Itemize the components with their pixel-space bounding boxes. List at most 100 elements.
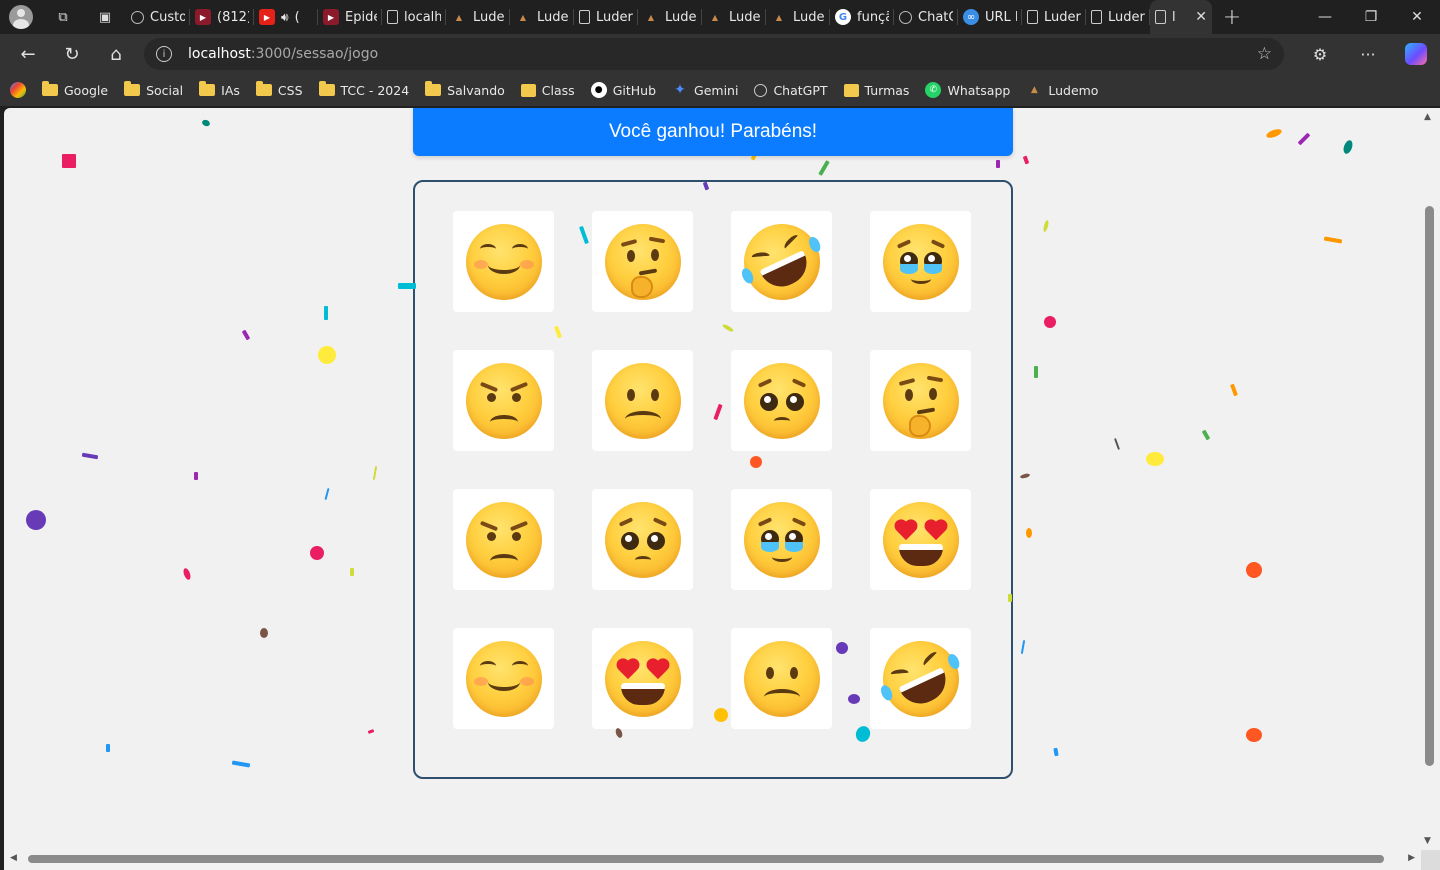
browser-tab[interactable]: Luder <box>1022 0 1086 34</box>
vertical-scroll-thumb[interactable] <box>1425 206 1434 766</box>
memory-card[interactable] <box>453 211 554 312</box>
home-icon[interactable]: ⌂ <box>94 34 138 74</box>
memory-card[interactable] <box>870 350 971 451</box>
memory-card[interactable] <box>592 489 693 590</box>
memory-card[interactable] <box>453 350 554 451</box>
chatgpt-icon <box>899 10 912 24</box>
ludemo-icon: ▲ <box>775 12 783 22</box>
browser-tab[interactable]: ▲ Luder <box>446 0 510 34</box>
bookmark-label: CSS <box>277 82 303 98</box>
browser-tab[interactable]: Luder <box>574 0 638 34</box>
address-bar[interactable]: i localhost:3000/sessao/jogo ☆ <box>144 38 1284 70</box>
favorite-star-icon[interactable]: ☆ <box>1257 44 1272 64</box>
confetti-piece <box>1022 155 1030 165</box>
new-tab-button[interactable]: + <box>1212 0 1252 34</box>
browser-tab[interactable]: Gfunçã <box>830 0 894 34</box>
browser-tab[interactable]: ▲ Luder <box>766 0 830 34</box>
page-icon <box>1027 10 1038 24</box>
minimize-icon[interactable]: — <box>1302 0 1348 34</box>
close-window-icon[interactable]: ✕ <box>1394 0 1440 34</box>
bookmark-label: Turmas <box>864 82 910 98</box>
bookmark-item[interactable]: ▲ Ludemo <box>1026 82 1099 98</box>
memory-card[interactable] <box>453 628 554 729</box>
tab-title: URL E <box>985 9 1017 25</box>
memory-card[interactable] <box>870 211 971 312</box>
browser-tab[interactable]: ▲ Luder <box>702 0 766 34</box>
confetti-piece <box>372 465 378 481</box>
page-icon <box>387 10 398 24</box>
tab-actions-icon[interactable]: ▣ <box>84 0 126 34</box>
chatgpt-icon <box>131 10 144 24</box>
bookmark-item[interactable]: Salvando <box>425 81 505 98</box>
bookmark-item[interactable]: Social <box>124 81 183 98</box>
memory-card[interactable] <box>731 489 832 590</box>
back-icon[interactable]: ← <box>6 34 50 74</box>
refresh-icon[interactable]: ↻ <box>50 34 94 74</box>
bookmark-item[interactable]: Turmas <box>843 82 910 98</box>
site-info-icon[interactable]: i <box>156 46 172 62</box>
bookmark-item[interactable]: TCC - 2024 <box>318 81 409 98</box>
bookmark-item[interactable]: Class <box>520 83 575 98</box>
ludemo-icon: ▲ <box>647 12 655 22</box>
memory-card[interactable] <box>592 211 693 312</box>
browser-tab[interactable]: ▲ Luder <box>510 0 574 34</box>
memory-card[interactable] <box>592 628 693 729</box>
restore-icon[interactable]: ❐ <box>1348 0 1394 34</box>
window-controls: — ❐ ✕ <box>1302 0 1440 34</box>
tab-title: (812) <box>217 9 249 25</box>
memory-card[interactable] <box>592 350 693 451</box>
angry-face-emoji-icon <box>465 501 542 578</box>
profile-button[interactable] <box>0 0 42 34</box>
tab-title: Luder <box>1044 9 1081 25</box>
confetti-piece <box>194 472 198 480</box>
chatgpt-icon <box>754 83 768 97</box>
memory-card[interactable] <box>731 628 832 729</box>
bookmark-label: ChatGPT <box>773 82 828 98</box>
confetti-piece <box>182 567 192 581</box>
browser-tab[interactable]: Luder <box>1086 0 1150 34</box>
rolling-laughing-face-emoji-icon <box>731 211 832 312</box>
browser-tab[interactable]: localh <box>382 0 446 34</box>
github-icon: ● <box>590 82 607 98</box>
extensions-icon[interactable]: ⚙ <box>1296 34 1344 74</box>
bookmark-item[interactable]: ● GitHub <box>590 82 656 98</box>
confetti-piece <box>1053 747 1059 757</box>
link-icon: ∞ <box>963 9 979 25</box>
more-menu-icon[interactable]: ··· <box>1344 34 1392 74</box>
vertical-scrollbar[interactable]: ▲ ▼ <box>1421 108 1440 850</box>
tab-title: Luder <box>729 9 761 25</box>
bookmark-item[interactable]: CSS <box>255 81 303 98</box>
browser-tab[interactable]: ▶ Epide <box>318 0 382 34</box>
memory-card[interactable] <box>870 489 971 590</box>
confetti-piece <box>1034 366 1038 378</box>
close-tab-icon[interactable]: ✕ <box>1195 9 1207 25</box>
tab-title: Epide <box>345 9 377 25</box>
bookmark-item[interactable]: ChatGPT <box>754 82 828 98</box>
memory-card[interactable] <box>731 350 832 451</box>
bookmark-item[interactable]: ✆ Whatsapp <box>925 82 1010 98</box>
card-grid <box>453 211 971 729</box>
horizontal-scroll-thumb[interactable] <box>28 855 1384 863</box>
browser-tab[interactable]: ∞ URL E <box>958 0 1022 34</box>
copilot-button[interactable] <box>1392 34 1440 74</box>
browser-tab[interactable]: l ✕ <box>1150 0 1212 34</box>
memory-card[interactable] <box>453 489 554 590</box>
browser-tab[interactable]: ChatC <box>894 0 958 34</box>
bookmark-item[interactable]: Google <box>42 81 108 98</box>
memory-card[interactable] <box>731 211 832 312</box>
memory-card[interactable] <box>870 628 971 729</box>
apps-icon[interactable] <box>10 82 26 98</box>
browser-tab[interactable]: Custo <box>126 0 190 34</box>
browser-toolbar: ← ↻ ⌂ i localhost:3000/sessao/jogo ☆ ⚙ ·… <box>0 34 1440 74</box>
browser-tab[interactable]: ▶ 🔊︎ ( <box>254 0 318 34</box>
bookmark-item[interactable]: IAs <box>199 81 240 98</box>
workspaces-icon[interactable]: ⧉ <box>42 0 84 34</box>
tab-title: Custo <box>150 9 185 25</box>
tab-list: Custo ▶ (812) ▶ 🔊︎ (▶ Epide localh ▲ Luder ▲ Luder L… <box>126 0 1212 34</box>
bookmark-item[interactable]: ✦ Gemini <box>672 82 738 98</box>
browser-tab[interactable]: ▶ (812) <box>190 0 254 34</box>
horizontal-scrollbar[interactable]: ◀ ▶ <box>4 850 1421 870</box>
browser-tab[interactable]: ▲ Luder <box>638 0 702 34</box>
audio-playing-icon[interactable]: 🔊︎ <box>281 10 289 25</box>
confetti-piece <box>1019 472 1031 480</box>
